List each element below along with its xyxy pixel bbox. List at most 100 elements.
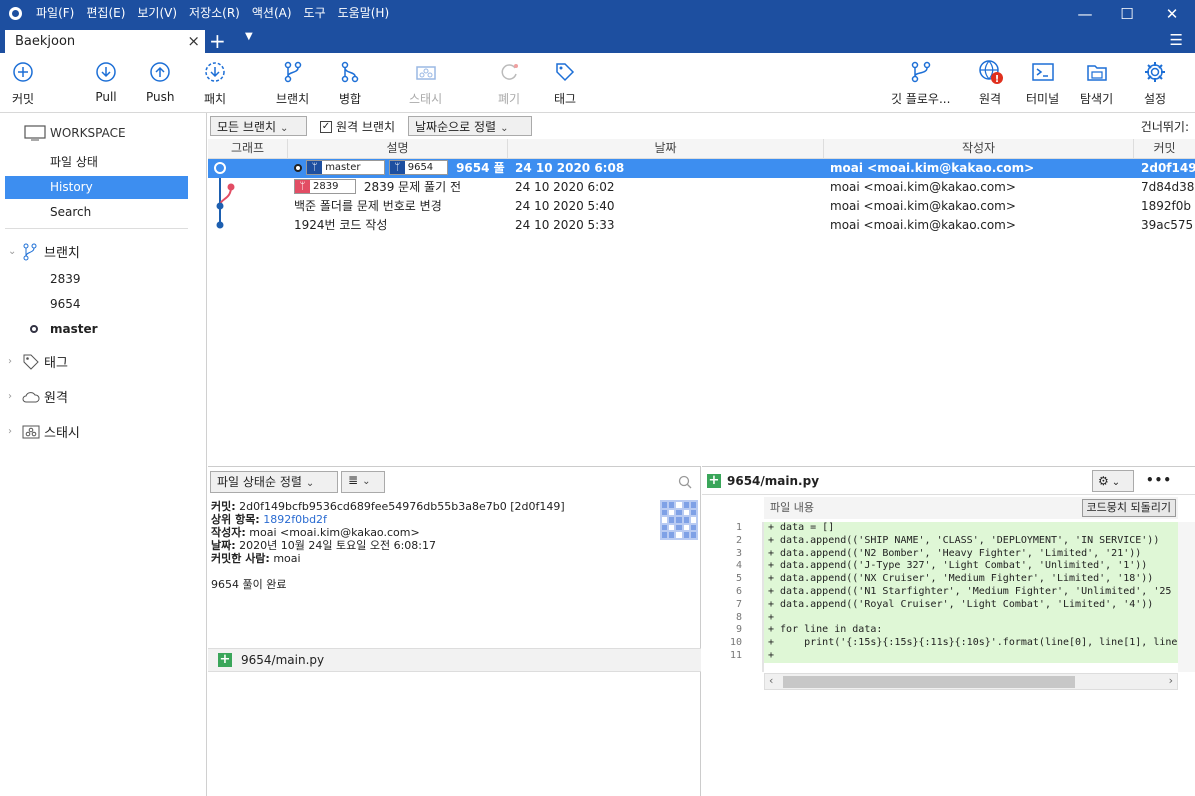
terminal-icon	[1030, 59, 1056, 85]
diff-panel: + 9654/main.py ⚙ ⌄ ••• 파일 내용 코드뭉치 되돌리기 1 +…	[702, 466, 1195, 796]
view-mode-dropdown[interactable]: ≣ ⌄	[341, 471, 385, 493]
pull-button[interactable]: Pull	[93, 59, 119, 104]
minimize-button[interactable]: —	[1063, 0, 1107, 27]
fetch-button[interactable]: 패치	[202, 59, 228, 107]
line-code: +	[764, 649, 1178, 663]
sidebar-item-file-status[interactable]: 파일 상태	[5, 151, 188, 174]
scroll-left-icon[interactable]: ‹	[769, 674, 773, 687]
file-sort-dropdown[interactable]: 파일 상태순 정렬 ⌄	[210, 471, 338, 493]
branch-badge-master[interactable]: ᛘ master	[306, 160, 385, 175]
chevron-right-icon[interactable]: ›	[8, 426, 22, 437]
scroll-right-icon[interactable]: ›	[1169, 674, 1173, 687]
commit-graph	[216, 178, 235, 229]
menu-actions[interactable]: 액션(A)	[246, 0, 298, 27]
close-tab-icon[interactable]: ×	[187, 32, 200, 50]
chevron-right-icon[interactable]: ›	[8, 356, 22, 367]
discard-icon	[496, 59, 522, 85]
hamburger-menu-icon[interactable]: ☰	[1170, 31, 1183, 49]
remote-button[interactable]: ! 원격	[977, 59, 1003, 107]
branch-badge-2839[interactable]: ᛘ 2839	[294, 179, 357, 194]
sidebar-section-stashes[interactable]: › 스태시	[8, 422, 80, 441]
column-header-commit[interactable]: 커밋	[1134, 139, 1195, 159]
horizontal-scrollbar[interactable]: ‹ ›	[764, 673, 1178, 690]
terminal-button[interactable]: 터미널	[1026, 59, 1059, 107]
more-options-icon[interactable]: •••	[1146, 473, 1172, 487]
menu-help[interactable]: 도움말(H)	[332, 0, 396, 27]
tag-button[interactable]: 태그	[552, 59, 578, 107]
new-tab-icon[interactable]: +	[209, 29, 226, 53]
git-flow-button[interactable]: 깃 플로우...	[891, 59, 950, 107]
diff-line: 7 + data.append(('Royal Cruiser', 'Light …	[702, 598, 1178, 612]
menu-file[interactable]: 파일(F)	[30, 0, 80, 27]
branch-icon: ᛘ	[295, 180, 310, 193]
explorer-button[interactable]: 탐색기	[1080, 59, 1113, 107]
sidebar-section-remotes[interactable]: › 원격	[8, 387, 68, 406]
maximize-button[interactable]: ☐	[1105, 0, 1149, 27]
scrollbar-thumb[interactable]	[783, 676, 1075, 688]
diff-line: 1 + data = []	[702, 522, 1178, 535]
committer-value: moai	[273, 552, 301, 565]
search-icon[interactable]	[678, 475, 692, 489]
settings-button[interactable]: 설정	[1142, 59, 1168, 107]
diff-line: 11 +	[702, 649, 1178, 663]
history-filter-bar: 모든 브랜치 ⌄ ✓ 원격 브랜치 날짜순으로 정렬 ⌄ 건너뛰기:	[208, 114, 1195, 138]
line-number: 11	[729, 649, 742, 661]
column-header-graph[interactable]: 그래프	[208, 139, 288, 159]
line-number: 7	[735, 598, 742, 610]
sidebar-section-tags[interactable]: › 태그	[8, 352, 68, 371]
sort-dropdown[interactable]: 날짜순으로 정렬 ⌄	[408, 116, 532, 136]
column-header-description[interactable]: 설명	[288, 139, 508, 159]
sidebar-item-search[interactable]: Search	[5, 201, 188, 224]
repo-tab[interactable]: Baekjoon ×	[5, 30, 205, 53]
branch-filter-dropdown[interactable]: 모든 브랜치 ⌄	[210, 116, 307, 136]
merge-button[interactable]: 병합	[337, 59, 363, 107]
workspace-label: WORKSPACE	[50, 126, 126, 140]
branch-button[interactable]: 브랜치	[276, 59, 309, 107]
menu-edit[interactable]: 편집(E)	[80, 0, 131, 27]
line-code: + print('{:15s}{:15s}{:11s}{:10s}'.forma…	[764, 637, 1178, 650]
parent-commit-link[interactable]: 1892f0bd2f	[263, 513, 327, 526]
folder-icon	[1084, 59, 1110, 85]
sidebar-item-history[interactable]: History	[5, 176, 188, 199]
discard-button[interactable]: 폐기	[496, 59, 522, 107]
sidebar-section-branches[interactable]: ⌄ 브랜치	[8, 242, 80, 261]
commit-author: moai <moai.kim@kakao.com>	[830, 218, 1016, 232]
arrow-up-circle-icon	[147, 59, 173, 85]
diff-line: 2 + data.append(('SHIP NAME', 'CLASS', 'D…	[702, 534, 1178, 548]
menu-repository[interactable]: 저장소(R)	[183, 0, 246, 27]
chevron-down-icon[interactable]: ⌄	[8, 246, 22, 257]
stash-button[interactable]: 스태시	[409, 59, 442, 107]
commit-message: 9654 풀	[456, 161, 505, 175]
menu-tools[interactable]: 도구	[298, 0, 332, 27]
branch-badge-label: 2839	[313, 181, 339, 192]
column-header-author[interactable]: 작성자	[824, 139, 1134, 159]
commit-row[interactable]: 백준 폴더를 문제 번호로 변경 24 10 2020 5:40 moai <m…	[208, 197, 1195, 216]
column-header-date[interactable]: 날짜	[508, 139, 824, 159]
branch-item-9654[interactable]: 9654	[50, 297, 81, 311]
remote-branches-label: 원격 브랜치	[336, 120, 396, 134]
cloud-icon	[22, 390, 44, 404]
globe-icon: !	[977, 59, 1003, 85]
menu-view[interactable]: 보기(V)	[131, 0, 183, 27]
commit-row[interactable]: ᛘ master ᛘ 9654 9654 풀 24 10 2020 6:08 moa…	[208, 159, 1195, 178]
line-code: + data.append(('NX Cruiser', 'Medium Fig…	[764, 573, 1178, 586]
diff-options-dropdown[interactable]: ⚙ ⌄	[1092, 470, 1134, 492]
revert-hunk-button[interactable]: 코드뭉치 되돌리기	[1081, 499, 1176, 517]
vertical-scrollbar[interactable]	[1178, 522, 1195, 672]
head-indicator-icon	[294, 163, 302, 172]
branch-badge-9654[interactable]: ᛘ 9654	[388, 160, 448, 175]
commit-button[interactable]: 커밋	[10, 59, 36, 107]
branch-item-master[interactable]: master	[50, 322, 98, 336]
remote-branches-checkbox[interactable]: ✓ 원격 브랜치	[320, 118, 395, 135]
close-window-button[interactable]: ✕	[1150, 0, 1194, 27]
tab-list-chevron-icon[interactable]: ▼	[245, 31, 253, 42]
commit-row[interactable]: ᛘ 2839 2839 문제 풀기 전 24 10 2020 6:02 moai …	[208, 178, 1195, 197]
chevron-right-icon[interactable]: ›	[8, 391, 22, 402]
line-number: 6	[735, 585, 742, 597]
changed-file-row[interactable]: + 9654/main.py	[208, 648, 701, 672]
branch-item-2839[interactable]: 2839	[50, 272, 81, 286]
jump-to-label: 건너뛰기:	[1140, 120, 1189, 134]
branch-icon	[280, 59, 306, 85]
commit-row[interactable]: 1924번 코드 작성 24 10 2020 5:33 moai <moai.k…	[208, 216, 1195, 235]
push-button[interactable]: Push	[146, 59, 175, 104]
